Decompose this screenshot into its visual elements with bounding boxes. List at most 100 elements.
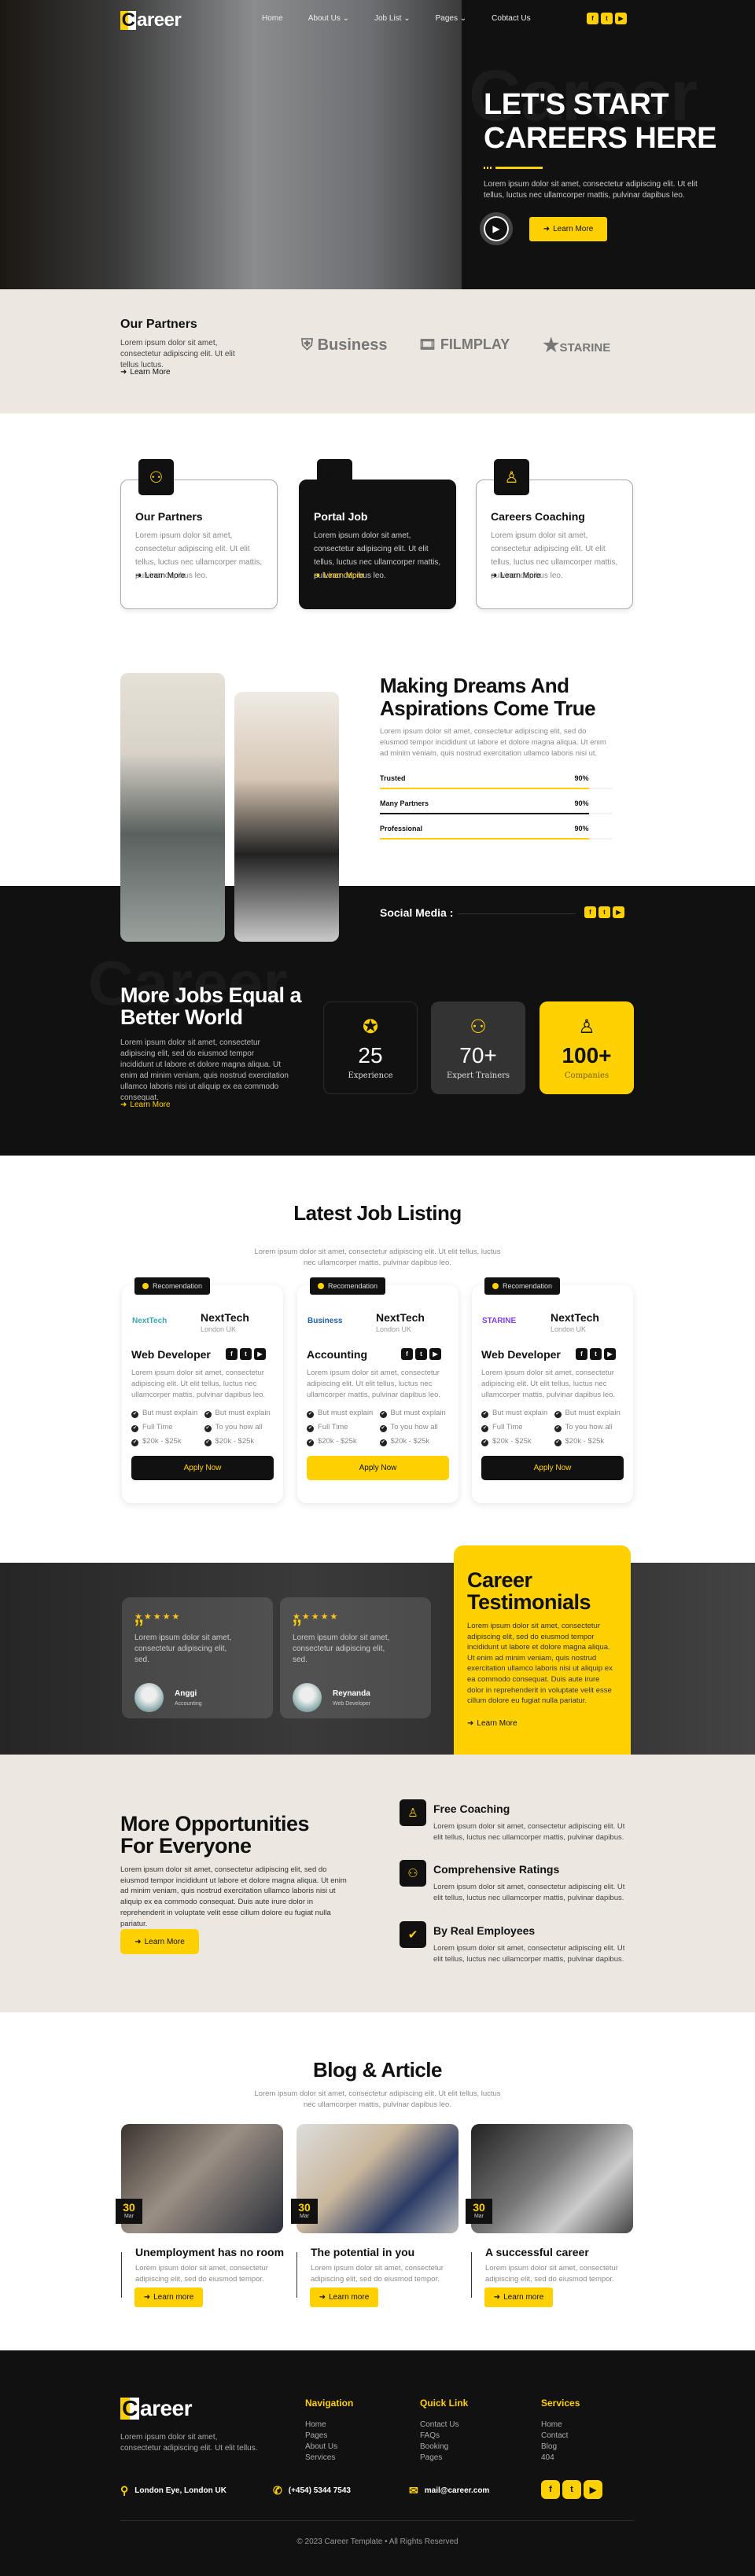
- youtube-icon[interactable]: ▶: [615, 13, 627, 24]
- arrow-right-icon: ➜: [493, 2293, 501, 2302]
- service-learn-more[interactable]: ➜ Learn More: [135, 571, 186, 580]
- blog-learn-more-button[interactable]: ➜ Learn more: [134, 2288, 203, 2307]
- blog-learn-more-button[interactable]: ➜ Learn more: [310, 2288, 378, 2307]
- phone-icon: ✆: [273, 2484, 282, 2497]
- blog-photo[interactable]: [471, 2124, 633, 2233]
- youtube-icon[interactable]: ▶: [584, 2480, 602, 2499]
- about-social: f t ▶: [584, 906, 624, 918]
- facebook-icon[interactable]: f: [226, 1348, 238, 1360]
- facebook-icon[interactable]: f: [541, 2480, 560, 2499]
- logo[interactable]: Career: [120, 9, 182, 31]
- job-card: Recomendation NextTech NextTech London UK…: [122, 1277, 283, 1503]
- partners-text: Lorem ipsum dolor sit amet, consectetur …: [120, 339, 235, 369]
- footer-link[interactable]: Blog: [541, 2442, 580, 2453]
- stat-trainers: ⚇ 70+ Expert Trainers: [431, 1001, 525, 1094]
- company-logo: STARINE: [482, 1317, 517, 1325]
- footer-email[interactable]: ✉ mail@career.com: [409, 2484, 489, 2497]
- youtube-icon[interactable]: ▶: [429, 1348, 441, 1360]
- blog-card: 30 Mar The potential in you Lorem ipsum d…: [291, 2124, 459, 2307]
- nav-home[interactable]: Home: [262, 14, 283, 23]
- twitter-icon[interactable]: t: [415, 1348, 427, 1360]
- twitter-icon[interactable]: t: [601, 13, 613, 24]
- nav-pages[interactable]: Pages ⌄: [436, 14, 467, 23]
- jobs-world-learn-more[interactable]: ➜ Learn More: [120, 1101, 171, 1109]
- footer-column: Services Home Contact Blog 404: [541, 2398, 580, 2464]
- twitter-icon[interactable]: t: [240, 1348, 252, 1360]
- arrow-right-icon: ➜: [120, 1101, 127, 1109]
- blog-post-title[interactable]: The potential in you: [311, 2246, 414, 2258]
- company-logo: NextTech: [132, 1317, 168, 1325]
- blog-photo[interactable]: [121, 2124, 283, 2233]
- company-name: NextTech: [201, 1311, 249, 1324]
- footer-logo[interactable]: Career: [120, 2396, 193, 2421]
- company-location: London UK: [201, 1325, 237, 1333]
- hero-learn-more-button[interactable]: ➜ Learn More: [529, 217, 607, 241]
- date-badge: 30 Mar: [116, 2199, 142, 2224]
- opportunities-text: Lorem ipsum dolor sit amet, consectetur …: [120, 1865, 347, 1928]
- blog-post-title[interactable]: A successful career: [485, 2246, 589, 2258]
- nav-job-list[interactable]: Job List ⌄: [374, 14, 411, 23]
- apply-now-button[interactable]: Apply Now: [131, 1456, 274, 1480]
- footer-phone[interactable]: ✆ (+454) 5344 7543: [273, 2484, 351, 2497]
- facebook-icon[interactable]: f: [587, 13, 598, 24]
- facebook-icon[interactable]: f: [584, 906, 596, 918]
- footer-link[interactable]: Home: [541, 2420, 580, 2431]
- progress-fill: [380, 788, 589, 789]
- blog-learn-more-button[interactable]: ➜ Learn more: [484, 2288, 553, 2307]
- apply-now-button[interactable]: Apply Now: [481, 1456, 624, 1480]
- footer-link[interactable]: 404: [541, 2453, 580, 2464]
- opportunities-learn-more-button[interactable]: ➜ Learn More: [120, 1929, 199, 1954]
- footer-link[interactable]: Contact Us: [420, 2420, 468, 2431]
- youtube-icon[interactable]: ▶: [254, 1348, 266, 1360]
- nav-about[interactable]: About Us ⌄: [308, 14, 349, 23]
- twitter-icon[interactable]: t: [598, 906, 610, 918]
- bullet-item: $20k - $25k: [307, 1437, 380, 1446]
- nav-contact[interactable]: Cobtact Us: [492, 14, 530, 23]
- check-badge-icon: [492, 1283, 499, 1289]
- blog-photo[interactable]: [296, 2124, 459, 2233]
- footer-link[interactable]: Services: [305, 2453, 353, 2464]
- apply-now-button[interactable]: Apply Now: [307, 1456, 449, 1480]
- footer-link[interactable]: Home: [305, 2420, 353, 2431]
- footer-link[interactable]: Booking: [420, 2442, 468, 2453]
- footer-link[interactable]: Contact: [541, 2431, 580, 2442]
- recommendation-badge: Recomendation: [484, 1277, 561, 1295]
- bullet-item: But must explain: [481, 1409, 554, 1418]
- arrow-right-icon: ➜: [135, 571, 142, 580]
- testimonials-learn-more[interactable]: ➜ Learn More: [467, 1719, 617, 1728]
- testimonial-card: ★★★★★ ” Lorem ipsum dolor sit amet, cons…: [280, 1597, 431, 1718]
- arrow-right-icon: ➜: [314, 571, 321, 580]
- twitter-icon[interactable]: t: [562, 2480, 581, 2499]
- footer-link[interactable]: About Us: [305, 2442, 353, 2453]
- footer-divider: [120, 2520, 634, 2521]
- jobs-world-text: Lorem ipsum dolor sit amet, consectetur …: [120, 1038, 289, 1102]
- twitter-icon[interactable]: t: [590, 1348, 602, 1360]
- facebook-icon[interactable]: f: [401, 1348, 413, 1360]
- service-learn-more[interactable]: ➜ Learn More: [314, 571, 364, 580]
- company-name: NextTech: [551, 1311, 599, 1324]
- job-title: Accounting: [307, 1348, 367, 1361]
- recommendation-badge: Recomendation: [310, 1277, 386, 1295]
- play-icon: ▶: [492, 223, 500, 234]
- progress-bars: Trusted 90% Many Partners 90% Professional…: [380, 774, 612, 850]
- hero-title: LET'S START CAREERS HERE: [484, 88, 716, 155]
- play-video-button[interactable]: ▶: [480, 212, 513, 245]
- facebook-icon[interactable]: f: [576, 1348, 587, 1360]
- footer-link[interactable]: FAQs: [420, 2431, 468, 2442]
- footer-link[interactable]: Pages: [420, 2453, 468, 2464]
- location-pin-icon: ⚲: [120, 2484, 129, 2497]
- partners-section: Our Partners Lorem ipsum dolor sit amet,…: [0, 289, 755, 413]
- team-icon: ⚇: [470, 1016, 487, 1038]
- company-name: NextTech: [376, 1311, 425, 1324]
- hero: Career Career Home About Us ⌄ Job List ⌄…: [0, 0, 755, 289]
- youtube-icon[interactable]: ▶: [613, 906, 624, 918]
- partners-learn-more[interactable]: ➜ Learn More: [120, 368, 171, 377]
- service-learn-more[interactable]: ➜ Learn More: [491, 571, 541, 580]
- service-card: ⚇ Our Partners Lorem ipsum dolor sit ame…: [120, 459, 278, 609]
- blog-post-title[interactable]: Unemployment has no room: [135, 2246, 284, 2258]
- footer-link[interactable]: Pages: [305, 2431, 353, 2442]
- main-nav: Home About Us ⌄ Job List ⌄ Pages ⌄ Cobta…: [262, 14, 531, 23]
- footer-text: Lorem ipsum dolor sit amet, consectetur …: [120, 2433, 258, 2453]
- youtube-icon[interactable]: ▶: [604, 1348, 616, 1360]
- feature-item: ⚇ Comprehensive Ratings Lorem ipsum dolo…: [400, 1860, 635, 1903]
